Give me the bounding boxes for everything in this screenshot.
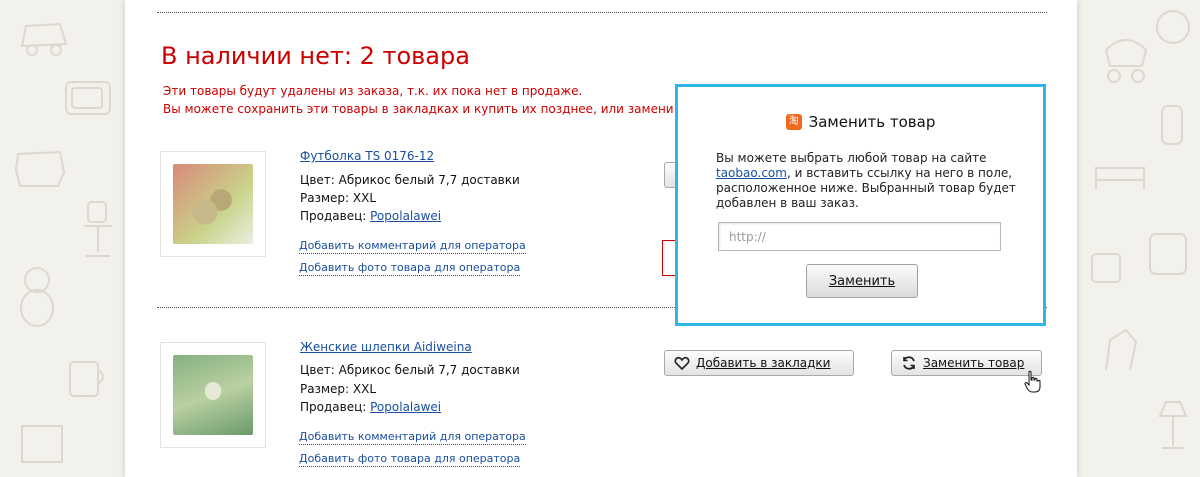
product-size: Размер: XXL	[300, 191, 377, 205]
stroller-doodle-icon	[1104, 39, 1148, 83]
product-size: Размер: XXL	[300, 382, 377, 396]
refresh-icon	[903, 356, 915, 370]
product-color: Цвет: Абрикос белый 7,7 доставки	[300, 363, 520, 377]
url-input[interactable]	[718, 222, 1001, 251]
chair-doodle-icon	[84, 201, 112, 257]
add-photo-link[interactable]: Добавить фото товара для оператора	[299, 452, 521, 467]
product-seller: Продавец: Popolalawei	[300, 400, 441, 414]
product-name-link[interactable]: Футболка TS 0176-12	[300, 149, 434, 163]
add-bookmark-label: Добавить в закладки	[696, 356, 831, 370]
dialog-header: 淘 Заменить товар	[678, 113, 1043, 131]
box-doodle-icon	[21, 425, 63, 463]
bed-doodle-icon	[1095, 167, 1145, 190]
heart-icon	[674, 356, 690, 371]
replace-item-label: Заменить товар	[923, 356, 1025, 370]
replace-submit-button[interactable]: Заменить	[806, 264, 918, 298]
out-of-stock-note-line1: Эти товары будут удалены из заказа, т.к.…	[163, 84, 583, 98]
stool-doodle-icon	[1091, 253, 1121, 283]
sofa-doodle-icon	[14, 150, 66, 187]
replace-item-dialog: 淘 Заменить товар Вы можете выбрать любой…	[675, 84, 1046, 326]
teddy-doodle-icon	[20, 267, 54, 327]
add-comment-link[interactable]: Добавить комментарий для оператора	[299, 239, 526, 254]
taobao-link[interactable]: taobao.com	[716, 166, 787, 180]
taobao-icon: 淘	[785, 114, 802, 130]
seller-link[interactable]: Popolalawei	[370, 209, 441, 223]
product-image	[173, 355, 253, 435]
replace-submit-label: Заменить	[828, 273, 896, 289]
out-of-stock-note-line2: Вы можете сохранить эти товары в закладк…	[163, 102, 674, 116]
tv-doodle-icon	[65, 81, 111, 115]
cup-doodle-icon	[69, 361, 104, 397]
out-of-stock-title: В наличии нет: 2 товара	[161, 42, 470, 70]
replace-item-button[interactable]: Заменить товар	[891, 350, 1042, 376]
seller-link[interactable]: Popolalawei	[370, 400, 441, 414]
product-thumbnail[interactable]	[160, 342, 266, 448]
seller-label: Продавец:	[300, 400, 371, 414]
bottle-doodle-icon	[1161, 105, 1183, 145]
product-image	[173, 164, 253, 244]
product-thumbnail[interactable]	[160, 151, 266, 257]
car-doodle-icon	[20, 22, 68, 56]
dialog-title: Заменить товар	[808, 113, 936, 131]
product-seller: Продавец: Popolalawei	[300, 209, 441, 223]
horse-doodle-icon	[1105, 328, 1138, 371]
add-bookmark-button[interactable]: Добавить в закладки	[664, 350, 854, 376]
product-color: Цвет: Абрикос белый 7,7 доставки	[300, 173, 520, 187]
lamp-doodle-icon	[1158, 401, 1188, 449]
phone-doodle-icon	[1149, 233, 1187, 275]
add-comment-link[interactable]: Добавить комментарий для оператора	[299, 430, 526, 445]
ball-doodle-icon	[1156, 10, 1190, 44]
divider-top	[157, 12, 1047, 13]
product-name-link[interactable]: Женские шлепки Aidiweina	[300, 340, 472, 354]
dialog-text-before: Вы можете выбрать любой товар на сайте	[716, 151, 987, 165]
dialog-description: Вы можете выбрать любой товар на сайте t…	[716, 151, 1016, 211]
add-photo-link[interactable]: Добавить фото товара для оператора	[299, 261, 521, 276]
seller-label: Продавец:	[300, 209, 371, 223]
hand-cursor-icon	[1024, 370, 1041, 393]
